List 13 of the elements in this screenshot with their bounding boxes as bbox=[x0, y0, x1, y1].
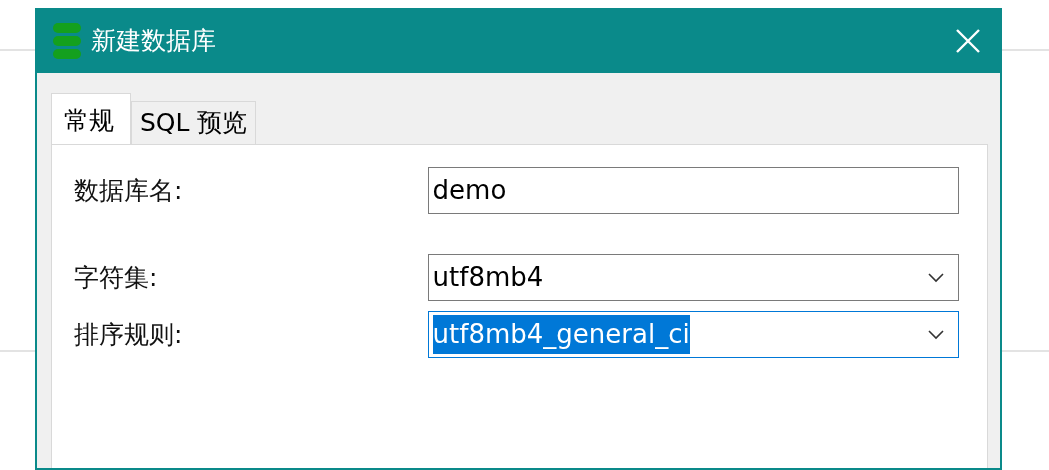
tab[interactable]: 常规 bbox=[51, 93, 131, 144]
dropdown[interactable]: utf8mb4 bbox=[427, 254, 959, 301]
close-icon bbox=[956, 28, 980, 53]
chevron-down-icon bbox=[928, 329, 944, 340]
input-field[interactable]: demo bbox=[427, 167, 959, 214]
window-title: 新建数据库 bbox=[91, 24, 216, 57]
field-label: 数据库名: bbox=[74, 174, 184, 207]
tab[interactable]: SQL 预览 bbox=[131, 101, 257, 144]
chevron-down-icon bbox=[928, 272, 944, 283]
database-icon bbox=[53, 22, 81, 59]
field-label: 排序规则: bbox=[74, 318, 184, 351]
dropdown[interactable]: utf8mb4_general_ci bbox=[427, 311, 959, 358]
field-label: 字符集: bbox=[74, 261, 159, 294]
